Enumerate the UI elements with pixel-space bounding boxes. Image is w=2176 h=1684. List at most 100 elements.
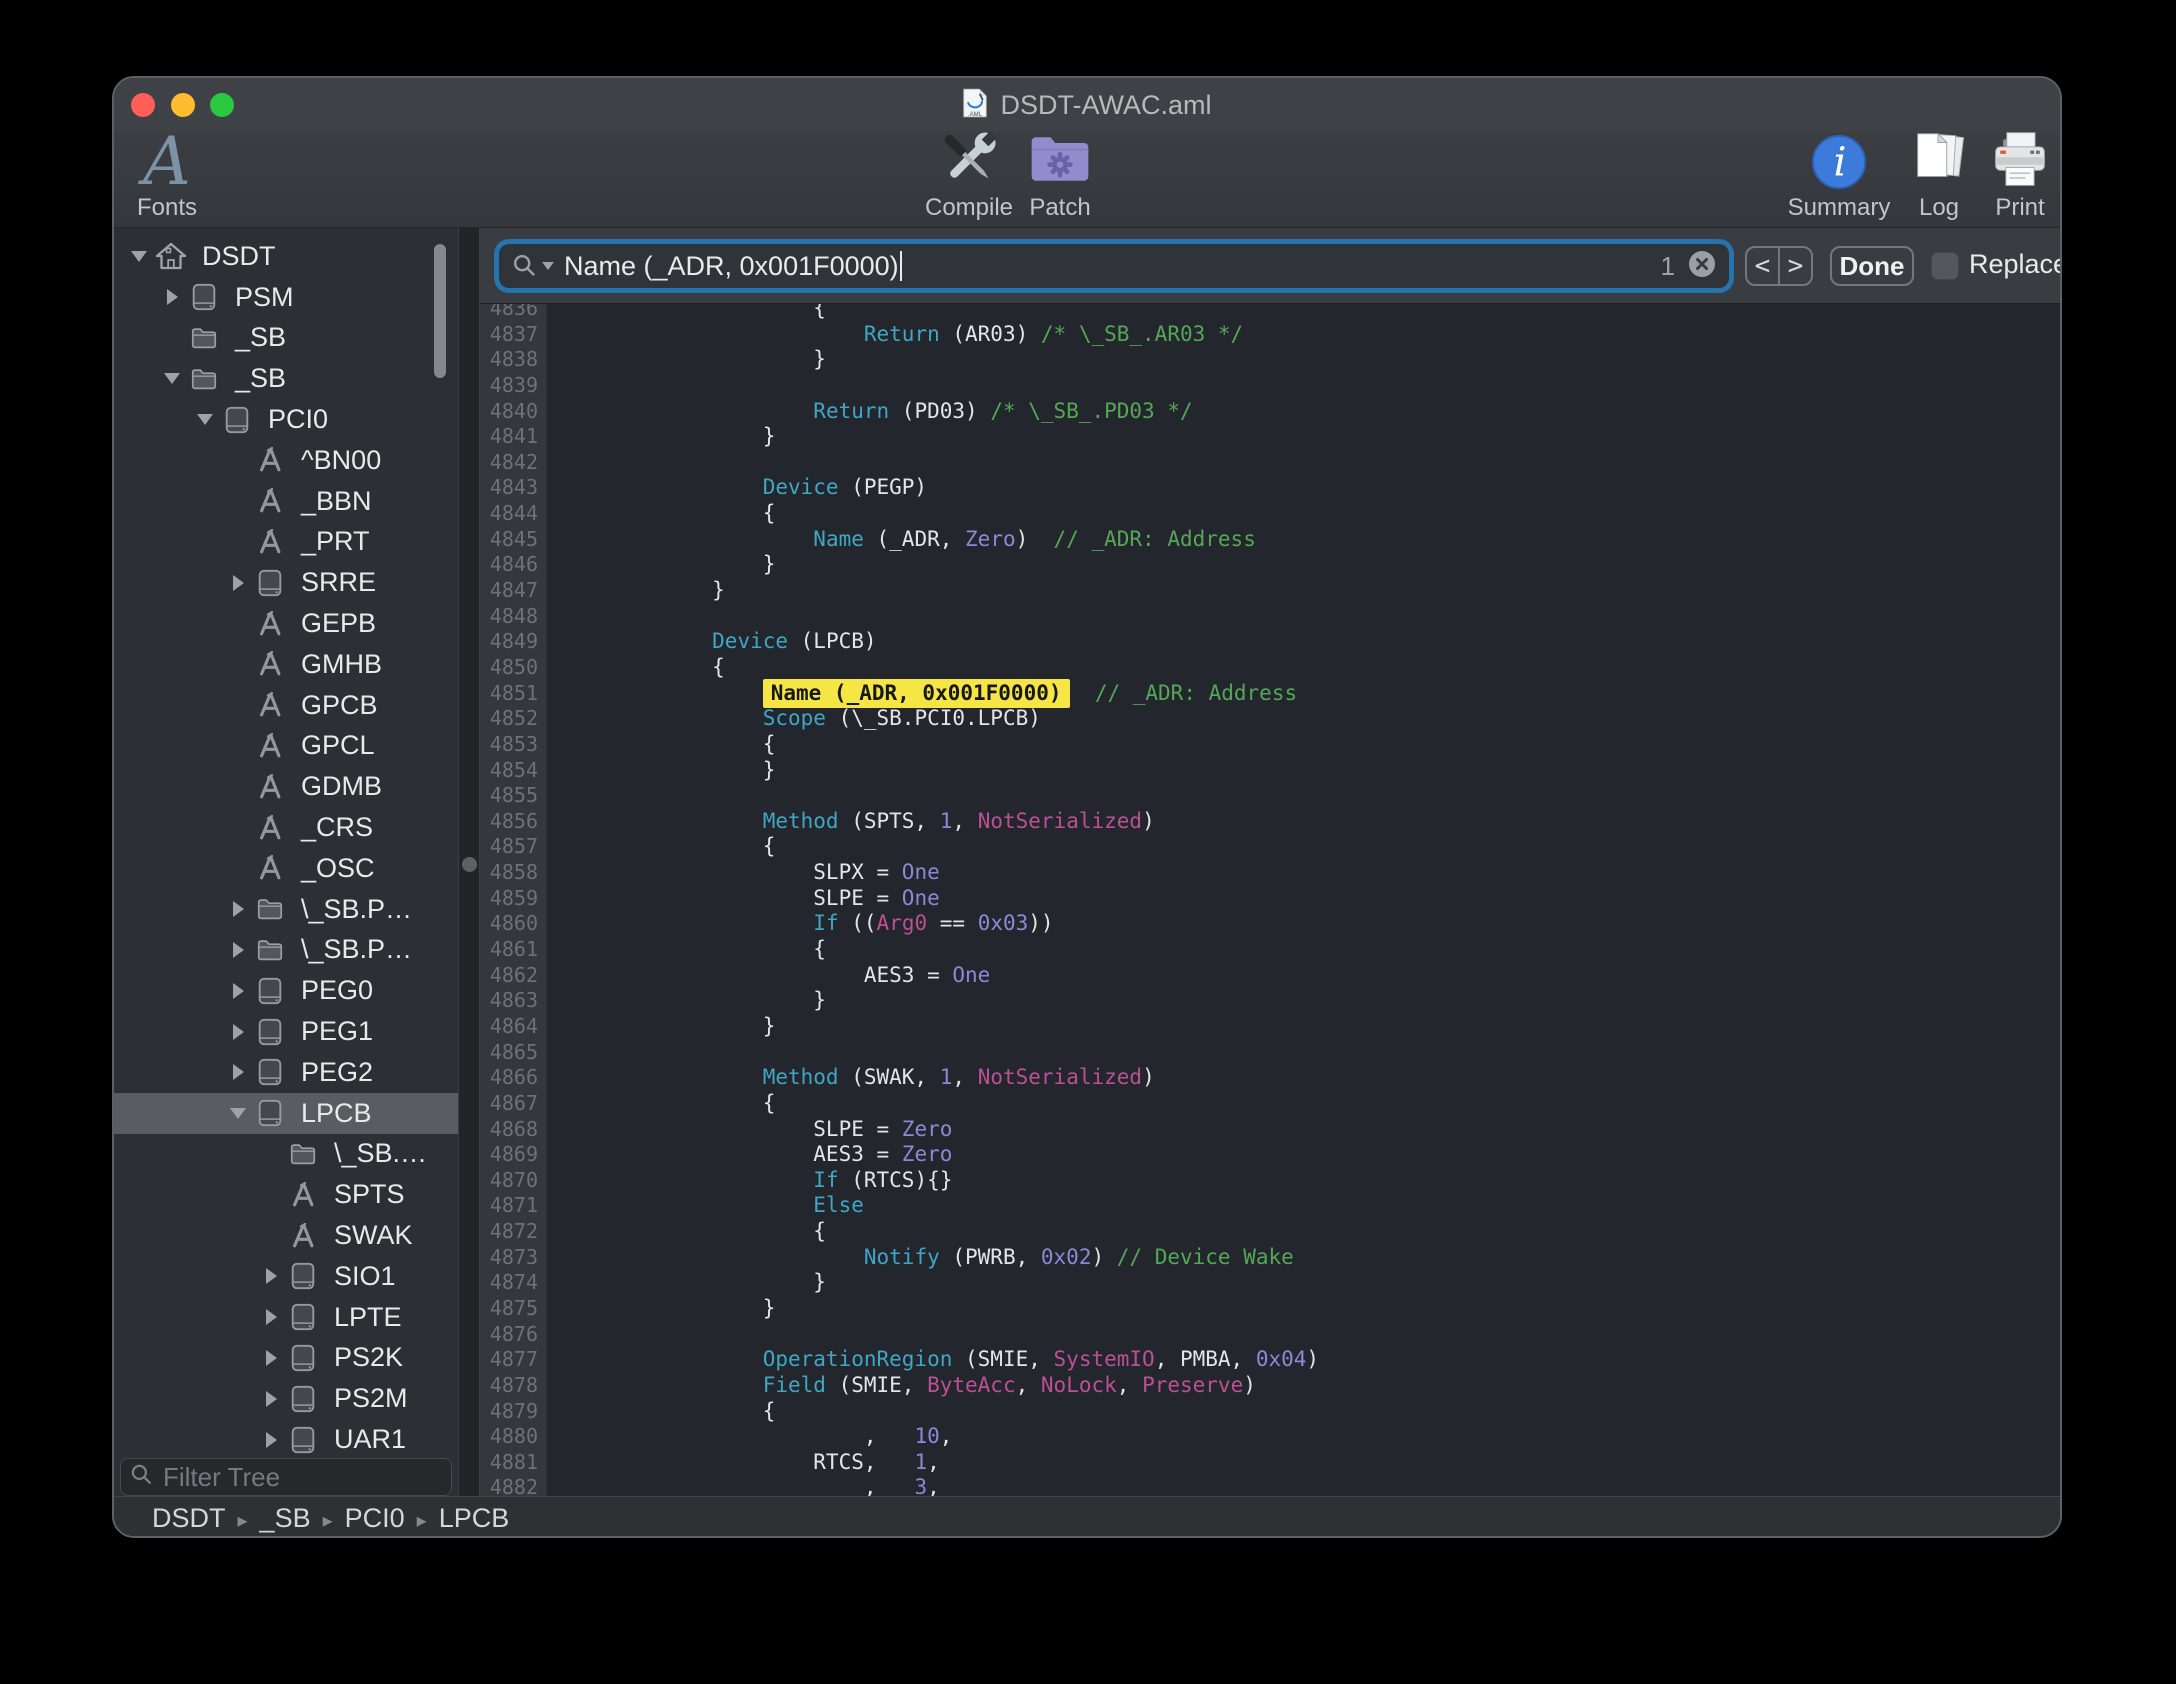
disclosure-collapsed-icon[interactable] — [258, 1432, 284, 1448]
breadcrumb-item-lpcb[interactable]: LPCB — [439, 1503, 510, 1533]
disclosure-collapsed-icon[interactable] — [258, 1309, 284, 1325]
code-line-4853: { — [547, 732, 2062, 758]
summary-button[interactable]: i Summary — [1774, 132, 1904, 228]
patch-button[interactable]: Patch — [1012, 132, 1108, 228]
find-bar: Name (_ADR, 0x001F0000) 1 < > Done Repla… — [480, 228, 2062, 304]
tree-item-pci0[interactable]: PCI0 — [114, 399, 458, 440]
tree-item-srre[interactable]: SRRE — [114, 562, 458, 603]
disclosure-expanded-icon[interactable] — [159, 373, 185, 384]
tree-item-label: SWAK — [334, 1220, 413, 1251]
tree-item-sb[interactable]: _SB — [114, 318, 458, 359]
svg-text:.AML: .AML — [968, 112, 983, 118]
tree-item-peg2[interactable]: PEG2 — [114, 1052, 458, 1093]
tree-item-lpte[interactable]: LPTE — [114, 1297, 458, 1338]
tree-item-uar1[interactable]: UAR1 — [114, 1419, 458, 1460]
tree-item-label: PS2K — [334, 1342, 403, 1373]
search-options-chevron-icon[interactable] — [542, 262, 554, 270]
disclosure-collapsed-icon[interactable] — [258, 1391, 284, 1407]
disclosure-expanded-icon[interactable] — [225, 1108, 251, 1119]
disclosure-collapsed-icon[interactable] — [225, 901, 251, 917]
code-line-4881: RTCS, 1, — [547, 1450, 2062, 1476]
tree-item-psm[interactable]: PSM — [114, 277, 458, 318]
tree-item-label: _CRS — [301, 812, 373, 843]
tree-item-peg0[interactable]: PEG0 — [114, 970, 458, 1011]
tree-item-dsdt[interactable]: DSDT — [114, 236, 458, 277]
sidebar-scrollbar[interactable] — [432, 242, 448, 380]
tree-item-swak[interactable]: SWAK — [114, 1215, 458, 1256]
compile-button[interactable]: Compile — [914, 132, 1024, 228]
search-input[interactable]: Name (_ADR, 0x001F0000) 1 — [499, 244, 1729, 288]
tree-item-bn00[interactable]: ^BN00 — [114, 440, 458, 481]
tree-item-gdmb[interactable]: GDMB — [114, 766, 458, 807]
breadcrumb-item-sb[interactable]: _SB — [260, 1503, 311, 1533]
tree-item-crs[interactable]: _CRS — [114, 807, 458, 848]
disclosure-collapsed-icon[interactable] — [225, 983, 251, 999]
pane-splitter[interactable] — [458, 228, 480, 1496]
code-line-4874: } — [547, 1270, 2062, 1296]
search-query-text: Name (_ADR, 0x001F0000) — [564, 251, 899, 282]
find-previous-button[interactable]: < — [1747, 248, 1780, 284]
tree-item-label: PEG1 — [301, 1016, 373, 1047]
tree-item-sbp[interactable]: \_SB.P… — [114, 930, 458, 971]
window-title: DSDT-AWAC.aml — [1000, 90, 1211, 121]
breadcrumb-item-dsdt[interactable]: DSDT — [152, 1503, 226, 1533]
match-count: 1 — [1661, 251, 1675, 282]
log-button[interactable]: Log — [1900, 132, 1978, 228]
tree-item-bbn[interactable]: _BBN — [114, 481, 458, 522]
method-icon — [253, 688, 287, 722]
disclosure-collapsed-icon[interactable] — [258, 1350, 284, 1366]
code-line-4882: , 3, — [547, 1475, 2062, 1496]
print-button[interactable]: Print — [1978, 132, 2062, 228]
done-button[interactable]: Done — [1830, 246, 1914, 286]
tree-item-gpcl[interactable]: GPCL — [114, 726, 458, 767]
text-caret — [900, 251, 902, 281]
disclosure-collapsed-icon[interactable] — [225, 1064, 251, 1080]
method-icon — [253, 647, 287, 681]
find-next-button[interactable]: > — [1780, 248, 1811, 284]
find-nav-segment: < > — [1745, 246, 1813, 286]
disclosure-collapsed-icon[interactable] — [159, 289, 185, 305]
disclosure-collapsed-icon[interactable] — [225, 942, 251, 958]
tree-item-ps2m[interactable]: PS2M — [114, 1378, 458, 1419]
code-editor[interactable]: { Return (AR03) /* \_SB_.AR03 */ } Retur… — [547, 296, 2062, 1496]
code-line-4857: { — [547, 834, 2062, 860]
tree-item-label: GEPB — [301, 608, 376, 639]
tree-item-sbp[interactable]: \_SB.P… — [114, 889, 458, 930]
disclosure-collapsed-icon[interactable] — [225, 575, 251, 591]
tree-item-sb[interactable]: _SB — [114, 358, 458, 399]
code-line-4869: AES3 = Zero — [547, 1142, 2062, 1168]
disclosure-collapsed-icon[interactable] — [258, 1268, 284, 1284]
tree-item-gepb[interactable]: GEPB — [114, 603, 458, 644]
splitter-handle-dot[interactable] — [462, 857, 477, 872]
fonts-button[interactable]: A Fonts — [122, 132, 212, 228]
tree-item-gmhb[interactable]: GMHB — [114, 644, 458, 685]
breadcrumb-item-pci0[interactable]: PCI0 — [345, 1503, 405, 1533]
app-window: .AML DSDT-AWAC.aml A Fonts — [112, 76, 2062, 1538]
tree-item-gpcb[interactable]: GPCB — [114, 685, 458, 726]
disclosure-expanded-icon[interactable] — [126, 251, 152, 262]
line-number-gutter: 4836483748384839484048414842484348444845… — [480, 228, 547, 1496]
tree-item-label: _SB — [235, 322, 286, 353]
log-documents-icon — [1906, 126, 1972, 192]
search-match-highlight: Name (_ADR, 0x001F0000) — [763, 679, 1070, 708]
tree-item-sb[interactable]: \_SB.… — [114, 1134, 458, 1175]
code-line-4879: { — [547, 1399, 2062, 1425]
code-line-4837: Return (AR03) /* \_SB_.AR03 */ — [547, 322, 2062, 348]
tree-item-spts[interactable]: SPTS — [114, 1174, 458, 1215]
disclosure-expanded-icon[interactable] — [192, 414, 218, 425]
code-line-4875: } — [547, 1296, 2062, 1322]
filter-tree-input[interactable]: Filter Tree — [120, 1458, 452, 1496]
tree-item-sio1[interactable]: SIO1 — [114, 1256, 458, 1297]
tree-item-osc[interactable]: _OSC — [114, 848, 458, 889]
tree-item-ps2k[interactable]: PS2K — [114, 1338, 458, 1379]
clear-search-icon[interactable] — [1687, 249, 1717, 284]
replace-checkbox[interactable] — [1931, 252, 1959, 280]
title-bar[interactable]: .AML DSDT-AWAC.aml — [114, 78, 2060, 132]
disclosure-collapsed-icon[interactable] — [225, 1024, 251, 1040]
tree-item-peg1[interactable]: PEG1 — [114, 1011, 458, 1052]
tree-item-prt[interactable]: _PRT — [114, 522, 458, 563]
tree-item-label: UAR1 — [334, 1424, 406, 1455]
tree-item-lpcb[interactable]: LPCB — [114, 1093, 458, 1134]
device-icon — [286, 1423, 320, 1457]
status-bar: DSDT▸_SB▸PCI0▸LPCB — [114, 1496, 2060, 1538]
